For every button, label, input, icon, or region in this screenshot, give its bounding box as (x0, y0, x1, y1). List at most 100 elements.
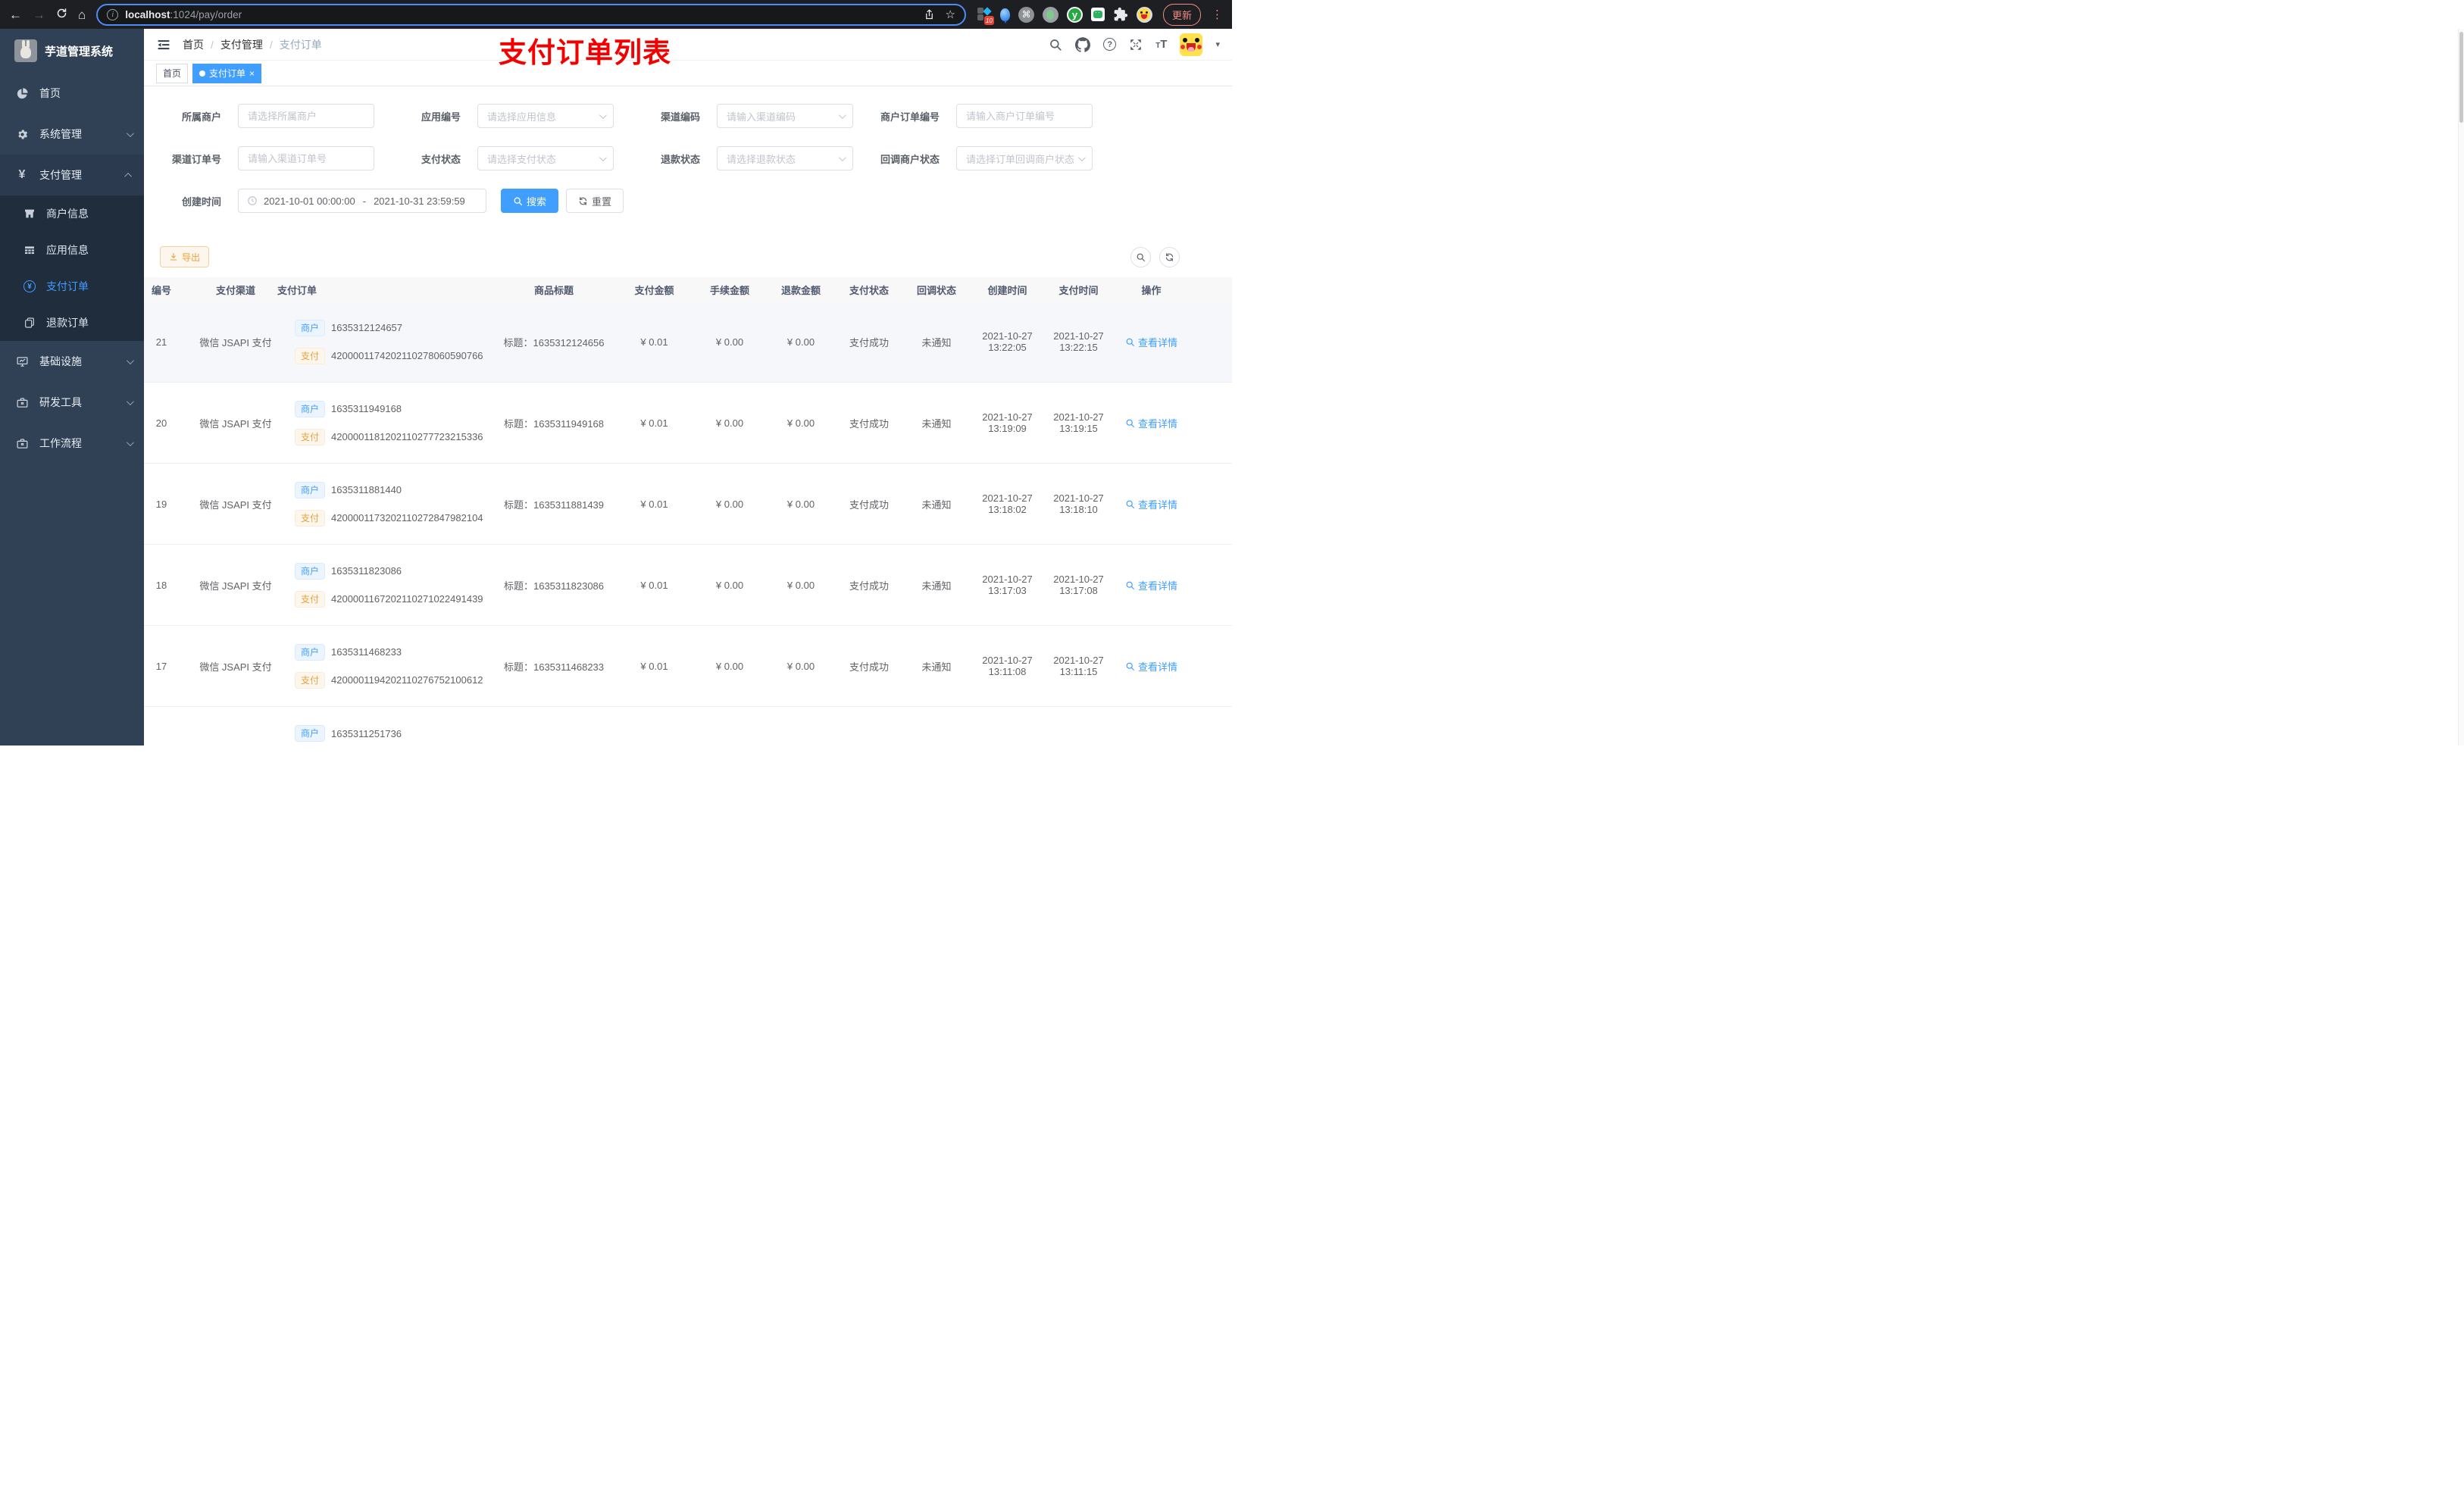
y-extension-icon[interactable]: y (1066, 6, 1083, 23)
channel-code-select[interactable]: 请输入渠道编码 (717, 104, 853, 128)
sketch-extension-icon[interactable]: 10 (977, 7, 994, 25)
view-detail-link[interactable]: 查看详情 (1125, 335, 1177, 349)
app-logo-avatar (14, 39, 37, 62)
browser-forward-icon[interactable]: → (33, 8, 45, 21)
sidebar-item-pay-order[interactable]: ¥ 支付订单 (0, 268, 144, 305)
extension-toolbar: 10 ⌘ y (977, 6, 1152, 25)
channel-code-filter: 渠道编码 请输入渠道编码 (633, 104, 870, 128)
tag-pay-order[interactable]: 支付订单 × (192, 63, 262, 83)
sidebar: 芋道管理系统 首页 系统管理 ¥ 支付管理 商户信息 应用信息 ¥ 支付订单 退… (0, 29, 144, 746)
bookmark-star-icon[interactable]: ☆ (946, 8, 955, 21)
browser-back-icon[interactable]: ← (9, 8, 22, 21)
help-icon[interactable]: ? (1103, 38, 1117, 51)
sidebar-item-system[interactable]: 系统管理 (0, 114, 144, 155)
user-avatar[interactable] (1180, 33, 1203, 56)
breadcrumb-payment[interactable]: 支付管理 (220, 37, 263, 52)
sidebar-item-home[interactable]: 首页 (0, 73, 144, 114)
url-bar[interactable]: i localhost:1024/pay/order ☆ (96, 3, 966, 26)
merchant-order-no: 1635311468233 (331, 646, 402, 658)
extensions-puzzle-icon[interactable] (1113, 7, 1128, 22)
merchant-order-no: 1635311881440 (331, 484, 402, 495)
reset-button[interactable]: 重置 (566, 189, 624, 213)
view-detail-link[interactable]: 查看详情 (1125, 416, 1177, 430)
export-button[interactable]: 导出 (160, 246, 210, 267)
merchant-order-no-input[interactable] (956, 104, 1093, 128)
close-icon[interactable]: × (249, 68, 255, 79)
browser-reload-icon[interactable] (56, 8, 67, 21)
yen-icon: ¥ (18, 168, 26, 181)
channel-order-no-input[interactable] (238, 146, 374, 170)
table-row[interactable]: 20 微信 JSAPI 支付 商户 1635311949168 支付 4200001… (144, 383, 1232, 464)
pay-status-select[interactable]: 请选择支付状态 (477, 146, 614, 170)
sidebar-item-devtools[interactable]: 研发工具 (0, 382, 144, 423)
balloon-extension-icon[interactable] (999, 8, 1010, 23)
view-detail-link[interactable]: 查看详情 (1125, 659, 1177, 674)
url-text[interactable]: localhost:1024/pay/order (125, 9, 242, 20)
chevron-down-icon (126, 129, 134, 137)
table-toolbar: 导出 (144, 231, 1232, 267)
merchant-tag: 商户 (295, 481, 326, 499)
pay-status: 支付成功 (849, 499, 889, 511)
fullscreen-icon[interactable] (1129, 38, 1143, 52)
merchant-tag: 商户 (295, 562, 326, 580)
tag-home[interactable]: 首页 (156, 63, 189, 83)
recorder-extension-icon[interactable] (1042, 6, 1058, 23)
page-content: 所属商户 应用编号 请选择应用信息 渠道编码 请输入渠道编码 商户订单编号 (144, 86, 1232, 746)
profile-avatar-icon[interactable] (1136, 6, 1152, 23)
sidebar-item-refund-order[interactable]: 退款订单 (0, 305, 144, 341)
avatar-caret-icon[interactable]: ▾ (1215, 39, 1220, 49)
view-detail-link[interactable]: 查看详情 (1125, 497, 1177, 511)
scrollbar-thumb[interactable] (2459, 32, 2463, 123)
sidebar-item-app-info[interactable]: 应用信息 (0, 232, 144, 268)
search-button[interactable]: 搜索 (501, 189, 559, 213)
merchant-order-no: 1635311949168 (331, 403, 402, 414)
merchant-tag: 商户 (295, 643, 326, 661)
browser-update-button[interactable]: 更新 (1162, 3, 1201, 26)
magnifier-icon (1126, 500, 1134, 508)
table-row[interactable]: 21 微信 JSAPI 支付 商户 1635312124657 支付 4200001… (144, 302, 1232, 383)
date-range-input[interactable]: 2021-10-01 00:00:00 - 2021-10-31 23:59:5… (238, 189, 486, 213)
yen-circle-icon: ¥ (23, 280, 36, 292)
breadcrumb-home[interactable]: 首页 (183, 37, 204, 52)
table-row[interactable]: 17 微信 JSAPI 支付 商户 1635311468233 支付 4200001… (144, 626, 1232, 707)
sidebar-toggle-icon[interactable] (156, 37, 171, 52)
pay-tag: 支付 (295, 671, 326, 689)
monitor-icon (15, 355, 29, 368)
toggle-search-button[interactable] (1130, 246, 1151, 267)
search-form: 所属商户 应用编号 请选择应用信息 渠道编码 请输入渠道编码 商户订单编号 (144, 86, 1232, 213)
browser-home-icon[interactable]: ⌂ (78, 8, 86, 21)
page-scrollbar[interactable] (2458, 29, 2464, 746)
breadcrumb: 首页 / 支付管理 / 支付订单 (183, 37, 322, 52)
github-icon[interactable] (1075, 36, 1091, 52)
breadcrumb-pay-order: 支付订单 (279, 38, 322, 51)
notify-status-select[interactable]: 请选择订单回调商户状态 (956, 146, 1093, 170)
sidebar-item-payment[interactable]: ¥ 支付管理 (0, 155, 144, 195)
app-select[interactable]: 请选择应用信息 (477, 104, 614, 128)
view-detail-link[interactable]: 查看详情 (1125, 578, 1177, 592)
refund-status-select[interactable]: 请选择退款状态 (717, 146, 853, 170)
font-size-icon[interactable]: TT (1155, 38, 1167, 51)
notify-status: 未通知 (921, 499, 952, 511)
app-title: 芋道管理系统 (45, 45, 114, 58)
app-logo-row[interactable]: 芋道管理系统 (0, 29, 144, 73)
browser-menu-icon[interactable]: ⋮ (1212, 8, 1223, 21)
chat-extension-icon[interactable] (1090, 8, 1105, 21)
table-row[interactable]: 19 微信 JSAPI 支付 商户 1635311881440 支付 4200001… (144, 464, 1232, 545)
sidebar-item-infra[interactable]: 基础设施 (0, 341, 144, 382)
merchant-order-no-filter: 商户订单编号 (873, 104, 1109, 128)
search-icon[interactable] (1049, 38, 1062, 52)
merchant-input[interactable] (238, 104, 374, 128)
sidebar-item-workflow[interactable]: 工作流程 (0, 423, 144, 464)
command-extension-icon[interactable]: ⌘ (1018, 6, 1034, 23)
site-info-icon[interactable]: i (107, 8, 119, 20)
table-row[interactable]: 18 微信 JSAPI 支付 商户 1635311823086 支付 4200001… (144, 545, 1232, 626)
merchant-order-no: 1635312124657 (331, 322, 403, 333)
refund-status-filter: 退款状态 请选择退款状态 (633, 146, 870, 170)
briefcase-icon (15, 396, 29, 409)
sidebar-item-merchant-info[interactable]: 商户信息 (0, 195, 144, 232)
merchant-order-no: 1635311251736 (331, 727, 402, 739)
share-icon[interactable] (924, 8, 935, 20)
refresh-table-button[interactable] (1159, 246, 1180, 267)
pay-tag: 支付 (295, 347, 326, 364)
table-row[interactable]: 商户 1635311251736 (144, 707, 1232, 746)
